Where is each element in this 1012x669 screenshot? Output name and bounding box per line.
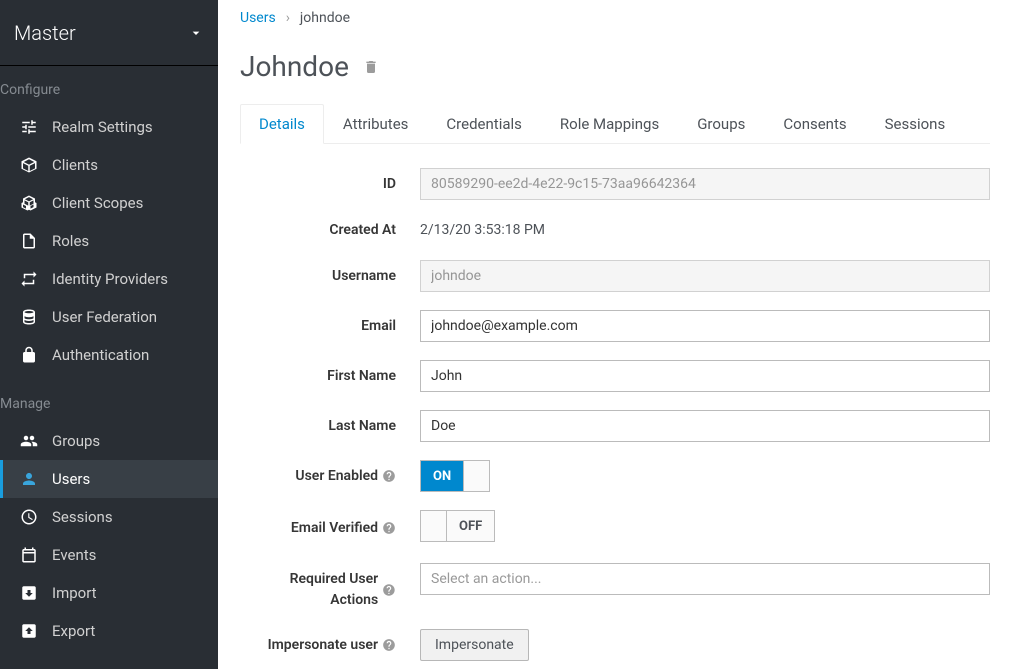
toggle-handle [421,511,447,541]
calendar-icon [20,546,38,564]
file-icon [20,232,38,250]
created-at-label: Created At [240,222,420,238]
sidebar-item-events[interactable]: Events [0,536,218,574]
trash-icon[interactable] [363,58,379,76]
lock-icon [20,346,38,364]
help-icon[interactable] [382,521,396,535]
page-title: Johndoe [240,50,349,83]
sidebar-item-user-federation[interactable]: User Federation [0,298,218,336]
user-enabled-toggle[interactable]: ON [420,460,490,492]
toggle-on-label: ON [421,461,463,491]
user-icon [20,470,38,488]
tab-groups[interactable]: Groups [678,104,764,144]
breadcrumb-separator: › [286,10,290,26]
realm-selector[interactable]: Master [0,0,218,66]
tab-details[interactable]: Details [240,104,324,144]
created-at-value: 2/13/20 3:53:18 PM [420,218,990,242]
sidebar-item-label: Clients [52,156,98,174]
impersonate-button[interactable]: Impersonate [420,629,529,661]
required-actions-field[interactable] [420,563,990,595]
tab-role-mappings[interactable]: Role Mappings [541,104,678,144]
sidebar-item-groups[interactable]: Groups [0,422,218,460]
first-name-label: First Name [240,368,420,384]
user-enabled-label: User Enabled [295,468,378,484]
sidebar-item-label: Client Scopes [52,194,143,212]
sidebar-item-label: Import [52,584,97,602]
sidebar-item-export[interactable]: Export [0,612,218,650]
chevron-down-icon [188,25,204,41]
sidebar-item-label: Identity Providers [52,270,168,288]
sidebar-item-label: Users [52,470,90,488]
users-icon [20,432,38,450]
sidebar-item-label: Events [52,546,96,564]
last-name-label: Last Name [240,418,420,434]
last-name-field[interactable] [420,410,990,442]
database-icon [20,308,38,326]
sidebar-item-label: Sessions [52,508,113,526]
sliders-icon [20,118,38,136]
configure-header: Configure [0,66,218,108]
sidebar-item-realm-settings[interactable]: Realm Settings [0,108,218,146]
tab-credentials[interactable]: Credentials [427,104,540,144]
sidebar-item-client-scopes[interactable]: Client Scopes [0,184,218,222]
toggle-off-label: OFF [447,511,494,541]
tab-attributes[interactable]: Attributes [324,104,428,144]
sidebar-item-roles[interactable]: Roles [0,222,218,260]
import-icon [20,584,38,602]
id-field [420,168,990,200]
username-field [420,260,990,292]
sidebar-item-authentication[interactable]: Authentication [0,336,218,374]
sidebar-item-clients[interactable]: Clients [0,146,218,184]
help-icon[interactable] [382,469,396,483]
id-label: ID [240,176,420,192]
first-name-field[interactable] [420,360,990,392]
username-label: Username [240,268,420,284]
sidebar-item-label: User Federation [52,308,157,326]
sidebar-item-label: Export [52,622,95,640]
email-verified-toggle[interactable]: OFF [420,510,495,542]
sidebar-item-label: Roles [52,232,89,250]
impersonate-label: Impersonate user [268,637,378,653]
export-icon [20,622,38,640]
breadcrumb: Users › johndoe [218,0,1012,36]
sidebar-item-users[interactable]: Users [0,460,218,498]
cubes-icon [20,194,38,212]
email-label: Email [240,318,420,334]
required-actions-label: Required User Actions [240,569,378,611]
manage-header: Manage [0,374,218,422]
email-verified-label: Email Verified [291,520,378,536]
clock-icon [20,508,38,526]
sidebar-item-sessions[interactable]: Sessions [0,498,218,536]
sidebar-item-label: Groups [52,432,100,450]
exchange-icon [20,270,38,288]
tab-sessions[interactable]: Sessions [866,104,965,144]
sidebar-item-label: Realm Settings [52,118,153,136]
sidebar-item-identity-providers[interactable]: Identity Providers [0,260,218,298]
tab-consents[interactable]: Consents [764,104,865,144]
toggle-handle [463,461,489,491]
breadcrumb-current: johndoe [300,10,350,26]
tabs: Details Attributes Credentials Role Mapp… [240,103,990,144]
email-field[interactable] [420,310,990,342]
realm-name: Master [14,21,76,45]
sidebar-item-import[interactable]: Import [0,574,218,612]
cube-icon [20,156,38,174]
breadcrumb-root[interactable]: Users [240,10,276,26]
help-icon[interactable] [382,638,396,652]
help-icon[interactable] [382,583,396,597]
sidebar-item-label: Authentication [52,346,149,364]
